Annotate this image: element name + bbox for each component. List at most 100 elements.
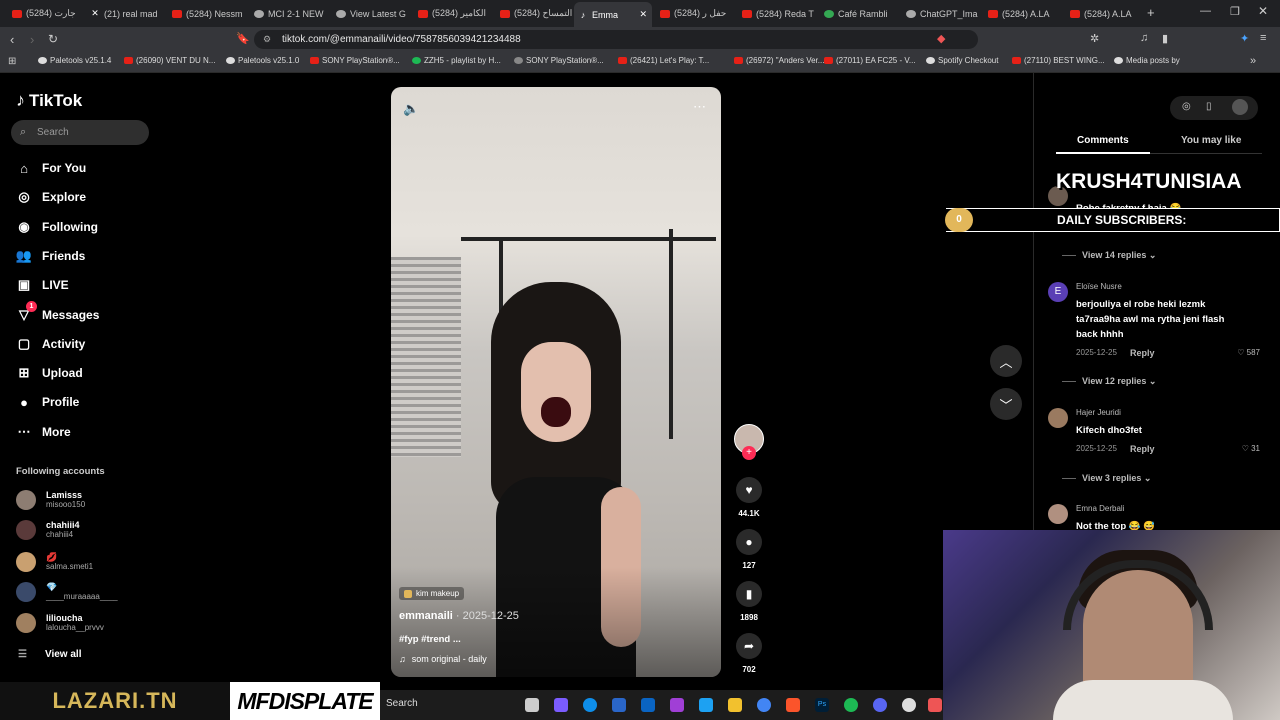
reply-button[interactable]: Reply [1130, 348, 1155, 358]
reload-icon[interactable]: ↻ [48, 32, 58, 46]
bookmark-item[interactable]: Spotify Checkout [926, 56, 998, 65]
bookmark-item[interactable]: Paletools v25.1.4 [38, 56, 111, 65]
forward-icon[interactable]: › [30, 32, 34, 47]
back-icon[interactable]: ‹ [10, 32, 14, 47]
nav-item-explore[interactable]: ◎ Explore [16, 189, 86, 205]
maximize-icon[interactable]: ❐ [1230, 5, 1240, 18]
share-button[interactable]: ➦ 702 [734, 633, 764, 674]
bookmark-item[interactable]: Media posts by [1114, 56, 1180, 65]
close-window-icon[interactable]: ✕ [1258, 4, 1268, 18]
next-video-button[interactable]: ﹀ [990, 388, 1022, 420]
nav-item-following[interactable]: ◉ Following [16, 219, 98, 235]
more-options-icon[interactable]: ⋯ [693, 99, 706, 115]
sponsor-tag[interactable]: kim makeup [399, 587, 465, 600]
site-info-icon[interactable]: ⚙ [263, 30, 271, 49]
menu-icon[interactable]: ≡ [1260, 32, 1266, 44]
vpn-icon[interactable]: ✦ [1240, 32, 1249, 45]
taskbar-search[interactable]: Search [386, 698, 418, 709]
task-view-icon[interactable] [525, 698, 539, 712]
following-account[interactable]: chahiii4 chahiii4 [16, 520, 80, 540]
outlook-icon[interactable] [641, 698, 655, 712]
obs-icon[interactable] [902, 698, 916, 712]
bookmark-icon[interactable]: 🔖 [236, 32, 250, 45]
video-player[interactable]: 🔈 ⋯ kim makeup emmanaili · 2025-12-25 #f… [391, 87, 721, 677]
nav-item-live[interactable]: ▣ LIVE [16, 277, 69, 293]
author-avatar[interactable]: + [734, 424, 764, 460]
browser-tab[interactable]: (5284) جارت [8, 4, 84, 23]
copilot-icon[interactable] [554, 698, 568, 712]
following-account[interactable]: 💋 salma.smeti1 [16, 552, 93, 572]
photoshop-icon[interactable]: Ps [815, 698, 829, 712]
tab-you-may-like[interactable]: You may like [1181, 135, 1241, 146]
bookmark-item[interactable]: SONY PlayStation®... [514, 56, 604, 65]
comment-like-button[interactable]: ♡ 31 [1242, 444, 1260, 453]
nav-item-activity[interactable]: ▢ Activity [16, 336, 86, 352]
view-all-link[interactable]: ☰ View all [18, 649, 81, 660]
m365-icon[interactable] [670, 698, 684, 712]
browser-tab[interactable]: (5284) A.LA [984, 4, 1060, 23]
follow-plus-icon[interactable]: + [742, 446, 756, 460]
brave-shield-icon[interactable]: ◆ [937, 32, 945, 45]
bookmark-item[interactable]: (27011) EA FC25 - V... [824, 56, 916, 65]
comment-like-button[interactable]: ♡ 587 [1237, 348, 1260, 357]
nav-item-more[interactable]: ⋯ More [16, 424, 71, 440]
comment-avatar[interactable] [1048, 408, 1068, 428]
following-account[interactable]: Lamisss misooo150 [16, 490, 85, 510]
reply-button[interactable]: Reply [1130, 444, 1155, 454]
video-sound[interactable]: ♫ som original - daily [399, 654, 487, 664]
browser-tab[interactable]: (5284) حفل ر [656, 4, 732, 23]
app-icon[interactable] [699, 698, 713, 712]
browser-tab[interactable]: (5284) التمساح [496, 4, 572, 23]
device-icon[interactable]: ▯ [1206, 101, 1212, 112]
nav-item-friends[interactable]: 👥 Friends [16, 248, 85, 264]
bookmark-item[interactable]: SONY PlayStation®... [310, 56, 400, 65]
url-field[interactable]: ⚙ tiktok.com/@emmanaili/video/7587856039… [254, 30, 978, 49]
compass-icon[interactable]: ◎ [1182, 101, 1191, 112]
previous-video-button[interactable]: ︿ [990, 345, 1022, 377]
browser-tab[interactable]: (5284) Reda T [738, 4, 814, 23]
more-bookmarks-icon[interactable]: » [1250, 55, 1256, 67]
view-replies-button[interactable]: View 3 replies ⌄ [1061, 473, 1151, 484]
browser-tab[interactable]: ✕ (21) real mad [86, 4, 162, 23]
browser-tab[interactable]: (5284) A.LA [1066, 4, 1142, 23]
nav-item-upload[interactable]: ⊞ Upload [16, 365, 83, 381]
bookmark-item[interactable]: (27110) BEST WING... [1012, 56, 1105, 65]
nav-item-messages[interactable]: ▽ 1 Messages [16, 300, 99, 323]
brave-icon[interactable] [786, 698, 800, 712]
bookmark-item[interactable]: (26090) VENT DU N... [124, 56, 215, 65]
video-author[interactable]: emmanaili [399, 610, 453, 622]
app-red-icon[interactable] [928, 698, 942, 712]
browser-tab[interactable]: (5284) Nessm [168, 4, 244, 23]
file-explorer-icon[interactable] [728, 698, 742, 712]
following-account[interactable]: 💎 ____muraaaaa____ [16, 582, 118, 602]
sidebar-icon[interactable]: ▮ [1162, 32, 1168, 45]
minimize-icon[interactable]: — [1200, 5, 1211, 17]
like-button[interactable]: ♥ 44.1K [734, 477, 764, 518]
chrome-icon[interactable] [757, 698, 771, 712]
comment-author[interactable]: Hajer Jeuridi [1076, 408, 1121, 417]
edge-icon[interactable] [583, 698, 597, 712]
browser-tab[interactable]: Café Rambli [820, 4, 896, 23]
comment-avatar[interactable] [1048, 504, 1068, 524]
tiktok-logo[interactable]: ♪ TikTok [16, 90, 82, 111]
browser-tab[interactable]: View Latest G [332, 4, 408, 23]
view-replies-button[interactable]: View 14 replies ⌄ [1061, 250, 1156, 261]
extensions-icon[interactable]: ✲ [1090, 32, 1099, 45]
search-input[interactable]: ⌕ Search [11, 120, 149, 145]
video-hashtags[interactable]: #fyp #trend ... [399, 634, 461, 645]
browser-tab[interactable]: ChatGPT_Ima [902, 4, 978, 23]
discord-icon[interactable] [873, 698, 887, 712]
apps-grid-icon[interactable]: ⊞ [8, 56, 16, 67]
bookmark-item[interactable]: (26972) "Anders Ver... [734, 56, 824, 65]
spotify-icon[interactable] [844, 698, 858, 712]
store-icon[interactable] [612, 698, 626, 712]
music-icon[interactable]: ♫ [1140, 32, 1148, 44]
tab-comments[interactable]: Comments [1077, 135, 1129, 146]
new-tab-icon[interactable]: + [1147, 5, 1155, 20]
comment-author[interactable]: Emna Derbali [1076, 504, 1124, 513]
nav-item-profile[interactable]: ● Profile [16, 394, 79, 410]
volume-icon[interactable]: 🔈 [403, 101, 419, 117]
browser-tab[interactable]: MCI 2-1 NEW [250, 4, 326, 23]
following-account[interactable]: lilioucha laloucha__prvvv [16, 613, 104, 633]
bookmark-item[interactable]: ZZH5 - playlist by H... [412, 56, 501, 65]
